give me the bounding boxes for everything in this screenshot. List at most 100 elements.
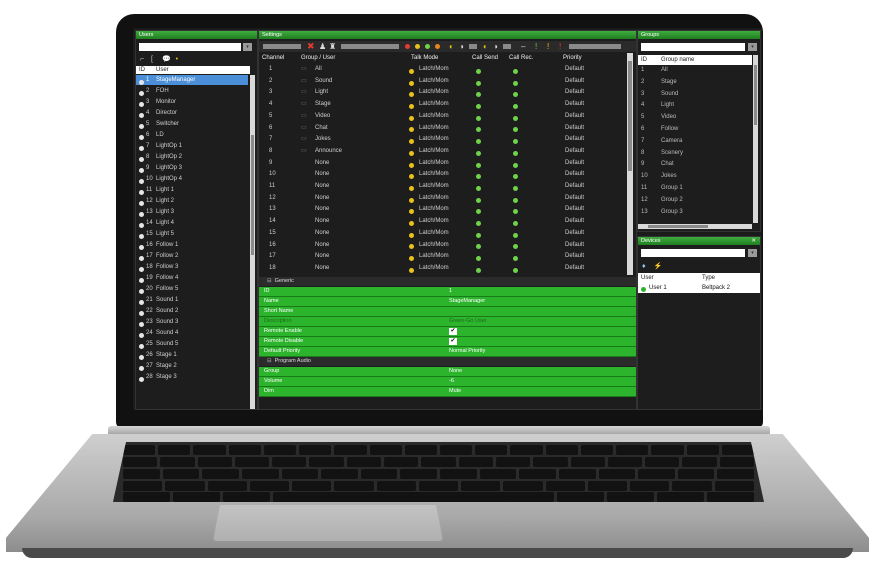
col-priority[interactable]: Priority: [563, 53, 582, 63]
devices-search-input[interactable]: [641, 249, 745, 257]
user-list-item[interactable]: 3 Monitor: [136, 97, 248, 107]
channel-row[interactable]: 15 None Latch/Mom Default: [259, 228, 625, 239]
user-list-item[interactable]: 5 Switcher: [136, 119, 248, 129]
devices-search-dropdown-icon[interactable]: ▾: [748, 249, 757, 257]
minus-icon[interactable]: –: [521, 41, 525, 52]
group-list-item[interactable]: 6 Follow: [638, 124, 752, 134]
talk-mode[interactable]: Latch/Mom: [419, 64, 449, 75]
call-recv-icon[interactable]: ◑: [459, 41, 464, 52]
user-list-item[interactable]: 21 Sound 1: [136, 295, 248, 305]
channel-group[interactable]: Light: [315, 87, 328, 98]
channel-group[interactable]: None: [315, 216, 329, 227]
bracket-icon[interactable]: [: [151, 56, 153, 63]
channel-priority[interactable]: Default: [565, 99, 584, 110]
channel-priority[interactable]: Default: [565, 134, 584, 145]
channel-group[interactable]: None: [315, 251, 329, 262]
channel-group[interactable]: Stage: [315, 99, 331, 110]
priority-low-icon[interactable]: !: [535, 41, 537, 52]
user-icon[interactable]: ♟: [319, 41, 326, 52]
user-list-item[interactable]: 11 Light 1: [136, 185, 248, 195]
users-scrollbar[interactable]: [250, 75, 255, 409]
user-list-item[interactable]: 17 Follow 2: [136, 251, 248, 261]
call-send-icon[interactable]: ◐: [449, 41, 454, 52]
priority-high-icon[interactable]: !: [559, 41, 561, 52]
groups-search-input[interactable]: [641, 43, 745, 51]
section-generic[interactable]: ⊟ Generic: [259, 277, 636, 286]
user-list-item[interactable]: 7 LightOp 1: [136, 141, 248, 151]
col-channel[interactable]: Channel: [262, 53, 284, 63]
channel-row[interactable]: 1 ▭ All Latch/Mom Default: [259, 64, 625, 75]
close-icon[interactable]: ✕: [751, 237, 756, 245]
channel-row[interactable]: 7 ▭ Jokes Latch/Mom Default: [259, 134, 625, 145]
channel-priority[interactable]: Default: [565, 204, 584, 215]
users-search-input[interactable]: [139, 43, 241, 51]
user-list-item[interactable]: 25 Sound 5: [136, 339, 248, 349]
channel-group[interactable]: None: [315, 169, 329, 180]
channel-group[interactable]: Jokes: [315, 134, 331, 145]
user-list-item[interactable]: 1 StageManager: [136, 75, 248, 85]
col-talk-mode[interactable]: Talk Mode: [411, 53, 438, 63]
talk-red-icon[interactable]: [405, 44, 410, 50]
device-row[interactable]: User 1 Beltpack 2: [638, 283, 760, 293]
user-list-item[interactable]: 23 Sound 3: [136, 317, 248, 327]
talk-mode[interactable]: Latch/Mom: [419, 111, 449, 122]
groups-scroll-thumb[interactable]: [754, 65, 757, 125]
priority-mid-icon[interactable]: !: [547, 41, 549, 52]
talk-mode[interactable]: Latch/Mom: [419, 204, 449, 215]
user-list-item[interactable]: 18 Follow 3: [136, 262, 248, 272]
channel-row[interactable]: 9 None Latch/Mom Default: [259, 158, 625, 169]
group-list-item[interactable]: 10 Jokes: [638, 171, 752, 181]
channel-row[interactable]: 14 None Latch/Mom Default: [259, 216, 625, 227]
group-list-item[interactable]: 13 Group 3: [638, 207, 752, 217]
link-icon[interactable]: ⚡: [654, 263, 663, 270]
channel-scroll-thumb[interactable]: [628, 61, 632, 171]
group-list-item[interactable]: 5 Video: [638, 112, 752, 122]
talk-mode[interactable]: Latch/Mom: [419, 87, 449, 98]
users-col-id[interactable]: ID: [139, 66, 145, 74]
channel-priority[interactable]: Default: [565, 240, 584, 251]
channel-priority[interactable]: Default: [565, 169, 584, 180]
prop-short-name[interactable]: Short Name: [259, 307, 636, 317]
channel-row[interactable]: 12 None Latch/Mom Default: [259, 193, 625, 204]
channel-group[interactable]: None: [315, 263, 329, 274]
channel-group[interactable]: Sound: [315, 76, 332, 87]
channel-priority[interactable]: Default: [565, 123, 584, 134]
channel-group[interactable]: Announce: [315, 146, 342, 157]
devices-col-type[interactable]: Type: [702, 273, 715, 283]
talk-mode[interactable]: Latch/Mom: [419, 99, 449, 110]
groups-col-id[interactable]: ID: [641, 55, 647, 65]
channel-group[interactable]: All: [315, 64, 322, 75]
talk-mode[interactable]: Latch/Mom: [419, 216, 449, 227]
channel-group[interactable]: Chat: [315, 123, 328, 134]
prop-id[interactable]: ID 1: [259, 287, 636, 297]
channel-group[interactable]: None: [315, 158, 329, 169]
channel-row[interactable]: 8 ▭ Announce Latch/Mom Default: [259, 146, 625, 157]
channel-group[interactable]: None: [315, 204, 329, 215]
channel-group[interactable]: None: [315, 181, 329, 192]
channel-row[interactable]: 3 ▭ Light Latch/Mom Default: [259, 87, 625, 98]
user-list-item[interactable]: 4 Director: [136, 108, 248, 118]
talk-mode[interactable]: Latch/Mom: [419, 146, 449, 157]
talk-mode[interactable]: Latch/Mom: [419, 169, 449, 180]
user-list-item[interactable]: 15 Light 5: [136, 229, 248, 239]
user-list-item[interactable]: 20 Follow 5: [136, 284, 248, 294]
channel-row[interactable]: 16 None Latch/Mom Default: [259, 240, 625, 251]
group-list-item[interactable]: 2 Stage: [638, 77, 752, 87]
prop-remote-enable[interactable]: Remote Enable ✔: [259, 327, 636, 337]
chat-icon[interactable]: 💬: [162, 56, 171, 63]
channel-priority[interactable]: Default: [565, 76, 584, 87]
user-list-item[interactable]: 2 FOH: [136, 86, 248, 96]
channel-priority[interactable]: Default: [565, 158, 584, 169]
group-list-item[interactable]: 7 Camera: [638, 136, 752, 146]
group-list-item[interactable]: 12 Group 2: [638, 195, 752, 205]
user-list-item[interactable]: 8 LightOp 2: [136, 152, 248, 162]
user-list-item[interactable]: 16 Follow 1: [136, 240, 248, 250]
channel-priority[interactable]: Default: [565, 193, 584, 204]
group-list-item[interactable]: 11 Group 1: [638, 183, 752, 193]
channel-row[interactable]: 17 None Latch/Mom Default: [259, 251, 625, 262]
col-call-rec[interactable]: Call Rec.: [509, 53, 533, 63]
call-send-icon-2[interactable]: ◐: [483, 41, 488, 52]
group-list-item[interactable]: 9 Chat: [638, 159, 752, 169]
prop-default-priority[interactable]: Default Priority Normal Priority: [259, 347, 636, 357]
group-list-item[interactable]: 8 Scenery: [638, 148, 752, 158]
